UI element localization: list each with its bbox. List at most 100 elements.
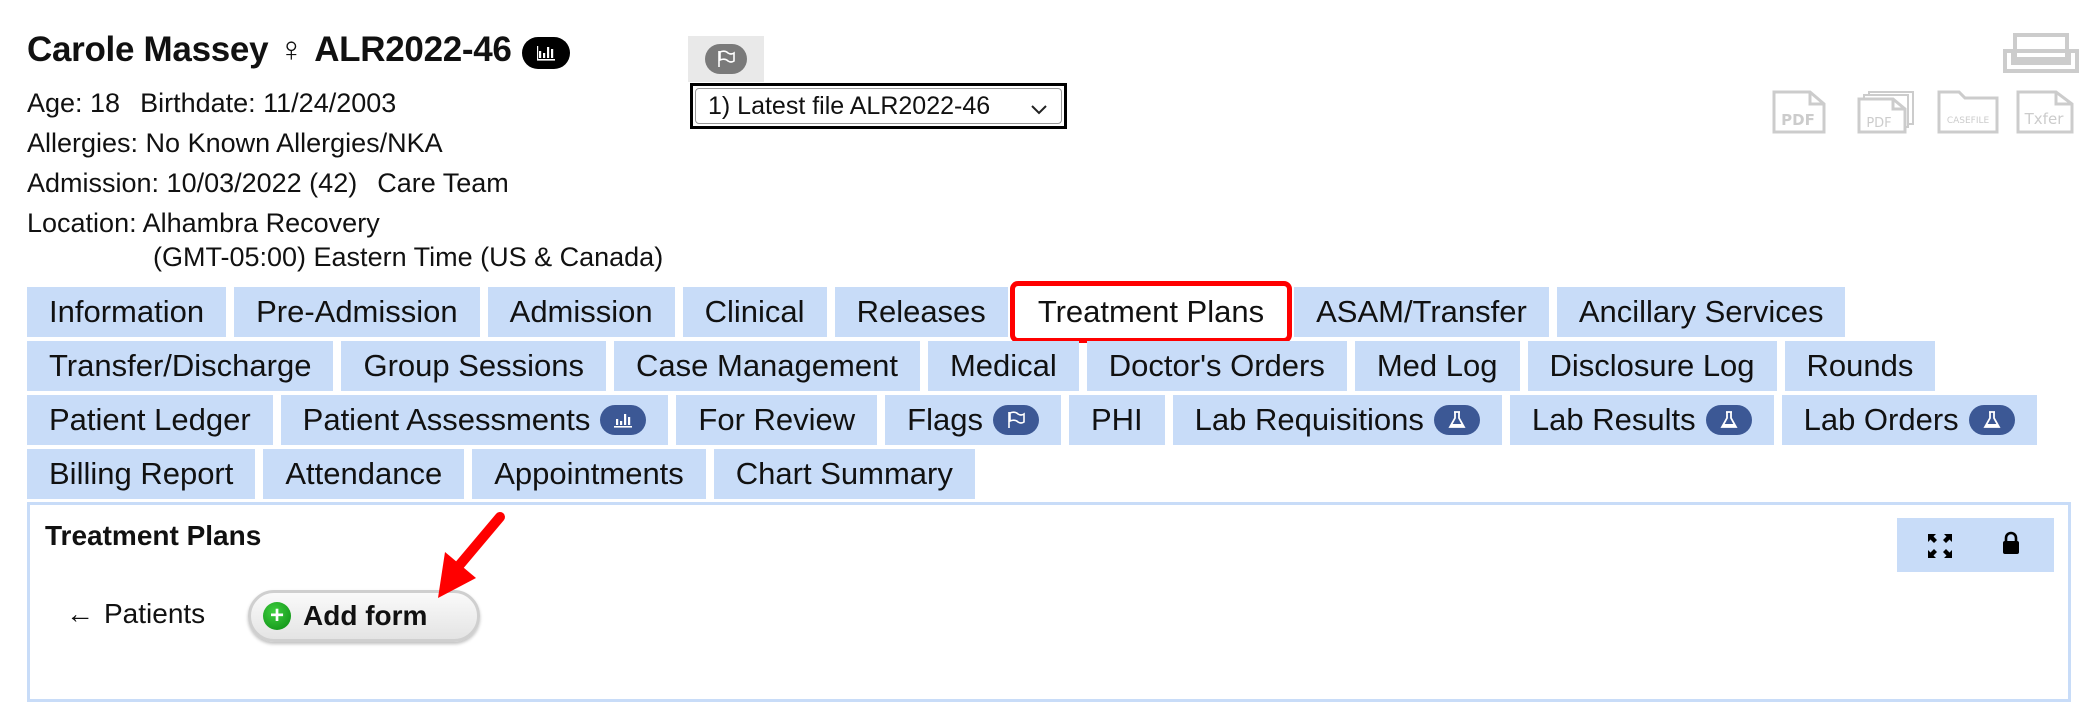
tab-patient-ledger[interactable]: Patient Ledger xyxy=(27,395,273,445)
tab-label: For Review xyxy=(698,402,856,437)
tab-for-review[interactable]: For Review xyxy=(676,395,878,445)
flag-button[interactable] xyxy=(688,36,764,82)
expand-icon[interactable] xyxy=(1927,533,1953,564)
tab-chart-summary[interactable]: Chart Summary xyxy=(713,449,975,499)
tab-label: Clinical xyxy=(704,294,805,329)
svg-text:PDF: PDF xyxy=(1866,116,1891,131)
pdf-multi-button[interactable]: PDF xyxy=(1857,90,1915,139)
file-select-value: 1) Latest file ALR2022-46 xyxy=(708,91,991,120)
print-button[interactable] xyxy=(2003,33,2079,78)
tab-information[interactable]: Information xyxy=(27,287,227,337)
care-team-link[interactable]: Care Team xyxy=(377,168,509,198)
tab-label: Case Management xyxy=(636,348,898,383)
tab-rounds[interactable]: Rounds xyxy=(1784,341,1936,391)
tab-label: Flags xyxy=(907,402,983,437)
admission-line: Admission: 10/03/2022 (42) Care Team xyxy=(27,168,509,199)
pdf-multi-icon: PDF xyxy=(1857,91,1914,134)
tab-label: Pre-Admission xyxy=(256,294,458,329)
tab-disclosure-log[interactable]: Disclosure Log xyxy=(1527,341,1777,391)
timezone: (GMT-05:00) Eastern Time (US & Canada) xyxy=(153,242,664,272)
tab-label: Admission xyxy=(509,294,653,329)
tab-admission[interactable]: Admission xyxy=(487,287,675,337)
tab-billing-report[interactable]: Billing Report xyxy=(27,449,256,499)
tab-label: Medical xyxy=(949,348,1057,383)
tab-clinical[interactable]: Clinical xyxy=(682,287,827,337)
tab-med-log[interactable]: Med Log xyxy=(1354,341,1520,391)
tab-label: Doctor's Orders xyxy=(1108,348,1325,383)
casefile-button[interactable]: CASEFILE xyxy=(1937,90,1999,139)
tab-label: ASAM/Transfer xyxy=(1316,294,1527,329)
tab-lab-results[interactable]: Lab Results xyxy=(1509,395,1774,445)
flag-icon xyxy=(992,405,1039,435)
tab-label: Group Sessions xyxy=(363,348,585,383)
chevron-down-icon xyxy=(1031,105,1047,115)
tab-label: Releases xyxy=(856,294,986,329)
casefile-icon: CASEFILE xyxy=(1937,90,1999,134)
tab-case-management[interactable]: Case Management xyxy=(614,341,920,391)
print-icon xyxy=(2003,33,2079,73)
tab-label: Billing Report xyxy=(49,456,234,491)
tab-label: Lab Results xyxy=(1531,402,1696,437)
tab-medical[interactable]: Medical xyxy=(927,341,1079,391)
tab-asam-transfer[interactable]: ASAM/Transfer xyxy=(1294,287,1549,337)
tab-row: Transfer/Discharge Group Sessions Case Man… xyxy=(27,341,2087,391)
tab-label: Disclosure Log xyxy=(1549,348,1755,383)
tab-pre-admission[interactable]: Pre-Admission xyxy=(234,287,480,337)
section-tabs: Information Pre-Admission Admission Clinica… xyxy=(27,281,2087,503)
flask-icon xyxy=(1705,405,1752,435)
add-form-button[interactable]: + Add form xyxy=(248,590,480,642)
patient-name: Carole Massey xyxy=(27,30,269,69)
panel-title: Treatment Plans xyxy=(45,520,262,551)
tab-label: Patient Ledger xyxy=(49,402,251,437)
svg-text:Txfer: Txfer xyxy=(2024,110,2065,128)
tab-ancillary-services[interactable]: Ancillary Services xyxy=(1556,287,1846,337)
svg-text:PDF: PDF xyxy=(1781,111,1815,129)
panel-toolbar xyxy=(1897,518,2054,572)
transfer-button[interactable]: Txfer xyxy=(2016,90,2074,139)
tab-row: Information Pre-Admission Admission Clinica… xyxy=(27,281,2087,343)
back-label: Patients xyxy=(104,598,206,629)
lock-icon[interactable] xyxy=(2001,531,2021,560)
chart-icon[interactable] xyxy=(521,37,570,69)
tab-lab-orders[interactable]: Lab Orders xyxy=(1781,395,2037,445)
tab-label: Patient Assessments xyxy=(302,402,591,437)
tab-attendance[interactable]: Attendance xyxy=(263,449,465,499)
tab-lab-requisitions[interactable]: Lab Requisitions xyxy=(1172,395,1502,445)
flask-icon xyxy=(1968,405,2015,435)
patient-record-id: ALR2022-46 xyxy=(314,30,512,69)
tab-phi[interactable]: PHI xyxy=(1068,395,1165,445)
tab-label: Lab Orders xyxy=(1803,402,1959,437)
chart-icon xyxy=(600,405,647,435)
tab-label: PHI xyxy=(1090,402,1143,437)
tab-label: Appointments xyxy=(494,456,684,491)
tab-label: Transfer/Discharge xyxy=(49,348,312,383)
location: Location: Alhambra Recovery xyxy=(27,208,380,238)
tab-treatment-plans[interactable]: Treatment Plans xyxy=(1009,281,1293,343)
tab-label: Chart Summary xyxy=(735,456,953,491)
arrow-left-icon: ← xyxy=(66,598,94,629)
gender-symbol: ♀ xyxy=(278,30,305,69)
tab-label: Attendance xyxy=(285,456,443,491)
tab-label: Rounds xyxy=(1806,348,1914,383)
flask-icon xyxy=(1433,405,1480,435)
admission: Admission: 10/03/2022 (42) xyxy=(27,168,358,198)
flag-icon xyxy=(705,44,747,74)
pdf-icon: PDF xyxy=(1772,90,1826,134)
tab-row: Billing Report Attendance Appointments Char… xyxy=(27,449,2087,499)
tab-transfer-discharge[interactable]: Transfer/Discharge xyxy=(27,341,334,391)
tab-releases[interactable]: Releases xyxy=(834,287,1008,337)
age: Age: 18 xyxy=(27,88,121,118)
tab-label: Lab Requisitions xyxy=(1194,402,1424,437)
add-form-label: Add form xyxy=(303,600,428,631)
svg-text:CASEFILE: CASEFILE xyxy=(1947,116,1990,126)
tab-appointments[interactable]: Appointments xyxy=(472,449,706,499)
tab-doctor-s-orders[interactable]: Doctor's Orders xyxy=(1086,341,1347,391)
age-birthdate-line: Age: 18 Birthdate: 11/24/2003 xyxy=(27,88,396,119)
tab-group-sessions[interactable]: Group Sessions xyxy=(341,341,607,391)
pdf-button[interactable]: PDF xyxy=(1772,90,1826,139)
tab-label: Ancillary Services xyxy=(1578,294,1824,329)
tab-flags[interactable]: Flags xyxy=(885,395,1061,445)
file-select[interactable]: 1) Latest file ALR2022-46 xyxy=(690,83,1067,129)
back-to-patients-link[interactable]: ← Patients xyxy=(66,598,205,630)
tab-patient-assessments[interactable]: Patient Assessments xyxy=(280,395,669,445)
